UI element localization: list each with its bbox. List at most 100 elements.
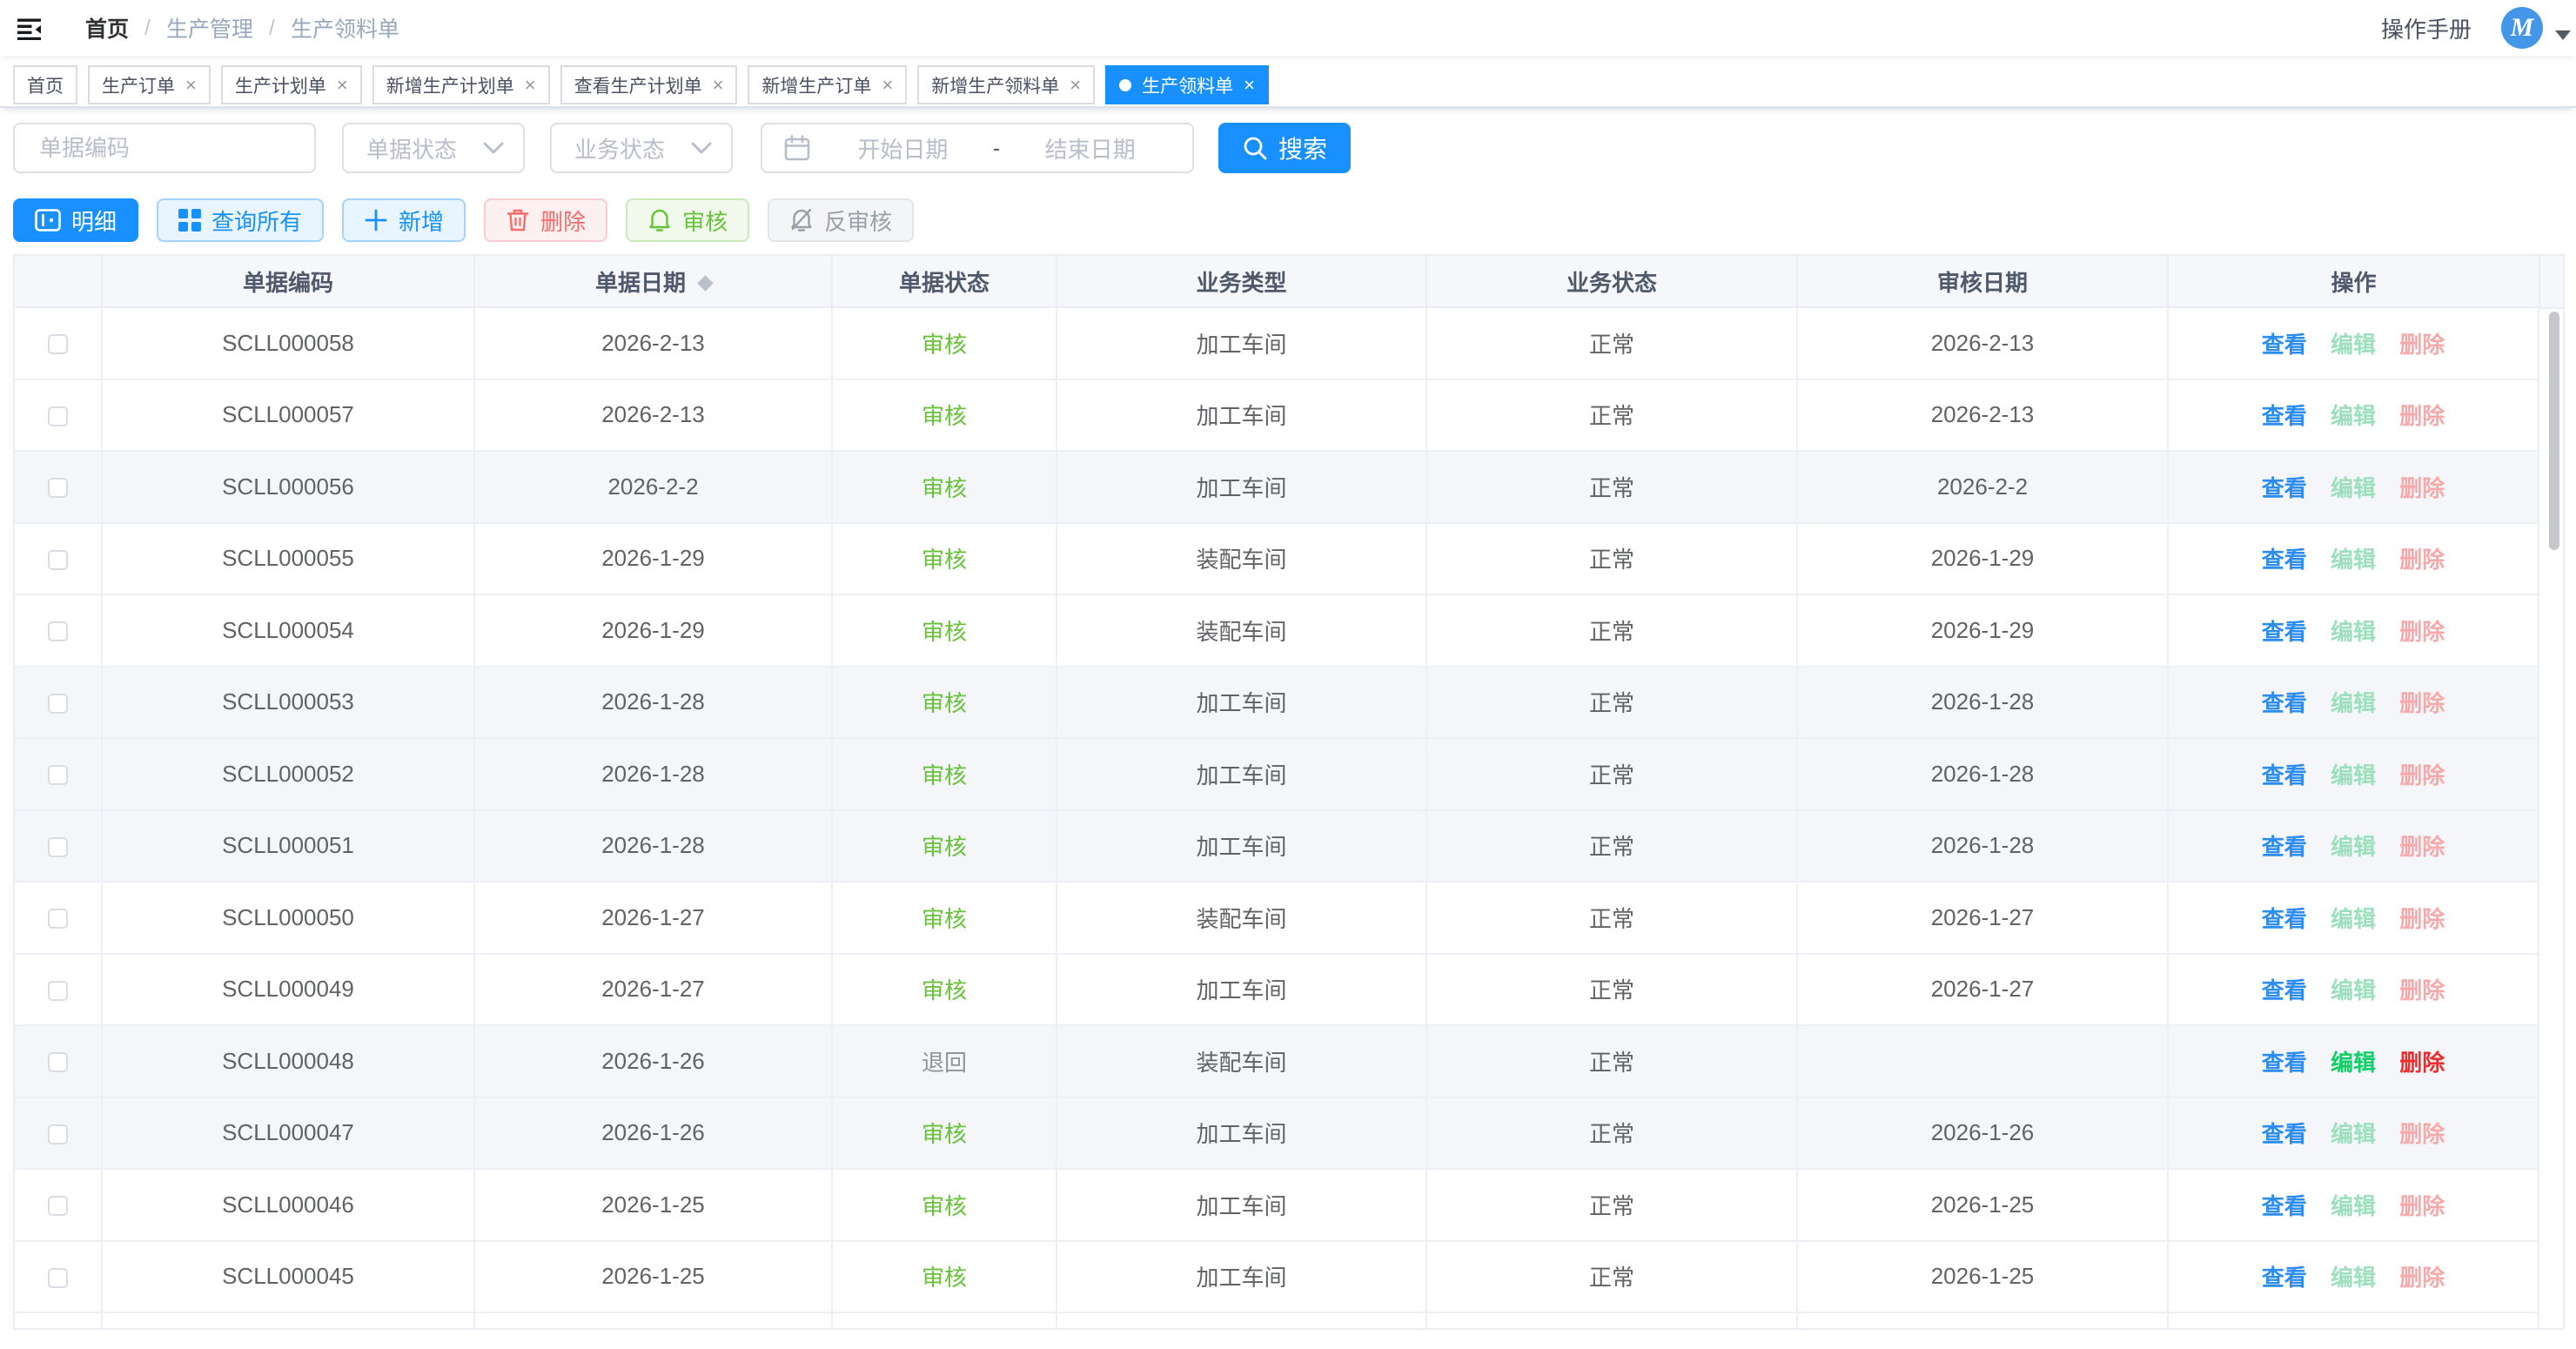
edit-link[interactable]: 编辑: [2331, 1193, 2376, 1219]
tab[interactable]: 生产订单 ×: [88, 65, 211, 104]
row-checkbox[interactable]: [48, 1124, 68, 1144]
tab-close-icon[interactable]: ×: [713, 76, 724, 95]
delete-link[interactable]: 删除: [2399, 1050, 2445, 1076]
tab[interactable]: 查看生产计划单 ×: [560, 65, 738, 104]
search-button[interactable]: 搜索: [1218, 123, 1351, 173]
date-range-picker[interactable]: 开始日期 - 结束日期: [761, 123, 1194, 173]
delete-link[interactable]: 删除: [2399, 1121, 2445, 1147]
unaudit-button[interactable]: 反审核: [768, 198, 914, 242]
date-start-placeholder[interactable]: 开始日期: [818, 132, 988, 164]
row-checkbox[interactable]: [48, 909, 68, 929]
view-link[interactable]: 查看: [2262, 1265, 2307, 1291]
view-link[interactable]: 查看: [2262, 1121, 2307, 1147]
edit-link[interactable]: 编辑: [2331, 1121, 2376, 1147]
view-link[interactable]: 查看: [2262, 834, 2307, 860]
row-checkbox[interactable]: [48, 1268, 68, 1288]
tab-close-icon[interactable]: ×: [1244, 76, 1255, 95]
table-row: SCLL000045 2026-1-25 审核 加工车间 正常 2026-1-2…: [15, 1241, 2539, 1313]
row-checkbox[interactable]: [48, 550, 68, 570]
cell-biz-type: 加工车间: [1057, 379, 1426, 452]
delete-link[interactable]: 删除: [2399, 690, 2445, 716]
tab[interactable]: 新增生产领料单 ×: [917, 65, 1095, 104]
view-link[interactable]: 查看: [2262, 906, 2307, 932]
edit-link[interactable]: 编辑: [2331, 834, 2376, 860]
edit-link[interactable]: 编辑: [2331, 475, 2376, 501]
edit-link[interactable]: 编辑: [2331, 1265, 2376, 1291]
delete-button[interactable]: 删除: [484, 198, 607, 242]
calendar-icon: [783, 134, 811, 162]
view-link[interactable]: 查看: [2262, 977, 2307, 1003]
audit-button[interactable]: 审核: [626, 198, 749, 242]
delete-link[interactable]: 删除: [2399, 619, 2445, 645]
delete-link[interactable]: 删除: [2399, 547, 2445, 573]
tab[interactable]: 新增生产订单 ×: [748, 65, 907, 104]
row-checkbox[interactable]: [48, 406, 68, 426]
detail-button[interactable]: 明细: [13, 198, 138, 242]
row-checkbox[interactable]: [48, 1196, 68, 1216]
tab[interactable]: 首页 ×: [13, 65, 77, 104]
add-button[interactable]: 新增: [342, 198, 466, 242]
tab-close-icon[interactable]: ×: [337, 76, 348, 95]
tab-close-icon[interactable]: ×: [882, 76, 893, 95]
doc-code-input[interactable]: [13, 123, 316, 173]
edit-link[interactable]: 编辑: [2331, 977, 2376, 1003]
edit-link[interactable]: 编辑: [2331, 547, 2376, 573]
view-link[interactable]: 查看: [2262, 762, 2307, 789]
detail-icon: [35, 209, 61, 232]
row-checkbox[interactable]: [48, 837, 68, 857]
edit-link[interactable]: 编辑: [2331, 906, 2376, 932]
tab[interactable]: 新增生产计划单 ×: [372, 65, 550, 104]
edit-link[interactable]: 编辑: [2331, 690, 2376, 716]
tab[interactable]: 生产计划单 ×: [221, 65, 362, 104]
delete-link[interactable]: 删除: [2399, 475, 2445, 501]
header-doc-date[interactable]: 单据日期: [474, 256, 832, 307]
row-checkbox[interactable]: [48, 334, 68, 354]
query-all-button[interactable]: 查询所有: [157, 198, 324, 242]
row-checkbox[interactable]: [48, 1052, 68, 1072]
view-link[interactable]: 查看: [2262, 690, 2307, 716]
view-link[interactable]: 查看: [2262, 619, 2307, 645]
breadcrumb-item-home[interactable]: 首页: [85, 12, 129, 44]
view-link[interactable]: 查看: [2262, 1050, 2307, 1076]
vertical-scrollbar-thumb[interactable]: [2549, 312, 2559, 550]
view-link[interactable]: 查看: [2262, 1193, 2307, 1219]
edit-link[interactable]: 编辑: [2331, 619, 2376, 645]
hamburger-icon[interactable]: [17, 18, 42, 40]
row-checkbox[interactable]: [48, 478, 68, 498]
delete-link[interactable]: 删除: [2399, 977, 2445, 1003]
tab-close-icon[interactable]: ×: [1070, 76, 1081, 95]
row-checkbox[interactable]: [48, 765, 68, 785]
doc-status-select[interactable]: 单据状态: [342, 123, 525, 173]
delete-link[interactable]: 删除: [2399, 1193, 2445, 1219]
tab[interactable]: 生产领料单 ×: [1105, 65, 1269, 104]
delete-link[interactable]: 删除: [2399, 332, 2445, 358]
view-link[interactable]: 查看: [2262, 475, 2307, 501]
table-row: [15, 1312, 2539, 1330]
breadcrumb-item-production-management[interactable]: 生产管理: [166, 12, 253, 44]
caret-down-icon[interactable]: [2555, 30, 2571, 40]
cell-audit-date: 2026-1-28: [1797, 810, 2168, 883]
edit-link[interactable]: 编辑: [2331, 1050, 2376, 1076]
view-link[interactable]: 查看: [2262, 332, 2307, 358]
delete-link[interactable]: 删除: [2399, 403, 2445, 429]
delete-link[interactable]: 删除: [2399, 1265, 2445, 1291]
sort-icon[interactable]: [697, 275, 713, 291]
tab-close-icon[interactable]: ×: [525, 76, 536, 95]
row-checkbox[interactable]: [48, 621, 68, 641]
delete-link[interactable]: 删除: [2399, 906, 2445, 932]
tab-close-icon[interactable]: ×: [185, 76, 197, 95]
avatar[interactable]: M: [2501, 7, 2543, 49]
edit-link[interactable]: 编辑: [2331, 762, 2376, 789]
view-link[interactable]: 查看: [2262, 403, 2307, 429]
edit-link[interactable]: 编辑: [2331, 403, 2376, 429]
edit-link[interactable]: 编辑: [2331, 332, 2376, 358]
manual-link[interactable]: 操作手册: [2381, 12, 2472, 44]
delete-link[interactable]: 删除: [2399, 834, 2445, 860]
row-checkbox[interactable]: [48, 694, 68, 714]
view-link[interactable]: 查看: [2262, 547, 2307, 573]
row-checkbox[interactable]: [48, 981, 68, 1001]
tab-label: 新增生产计划单: [386, 72, 514, 98]
biz-status-select[interactable]: 业务状态: [550, 123, 733, 173]
date-end-placeholder[interactable]: 结束日期: [1005, 132, 1175, 164]
delete-link[interactable]: 删除: [2399, 762, 2445, 789]
